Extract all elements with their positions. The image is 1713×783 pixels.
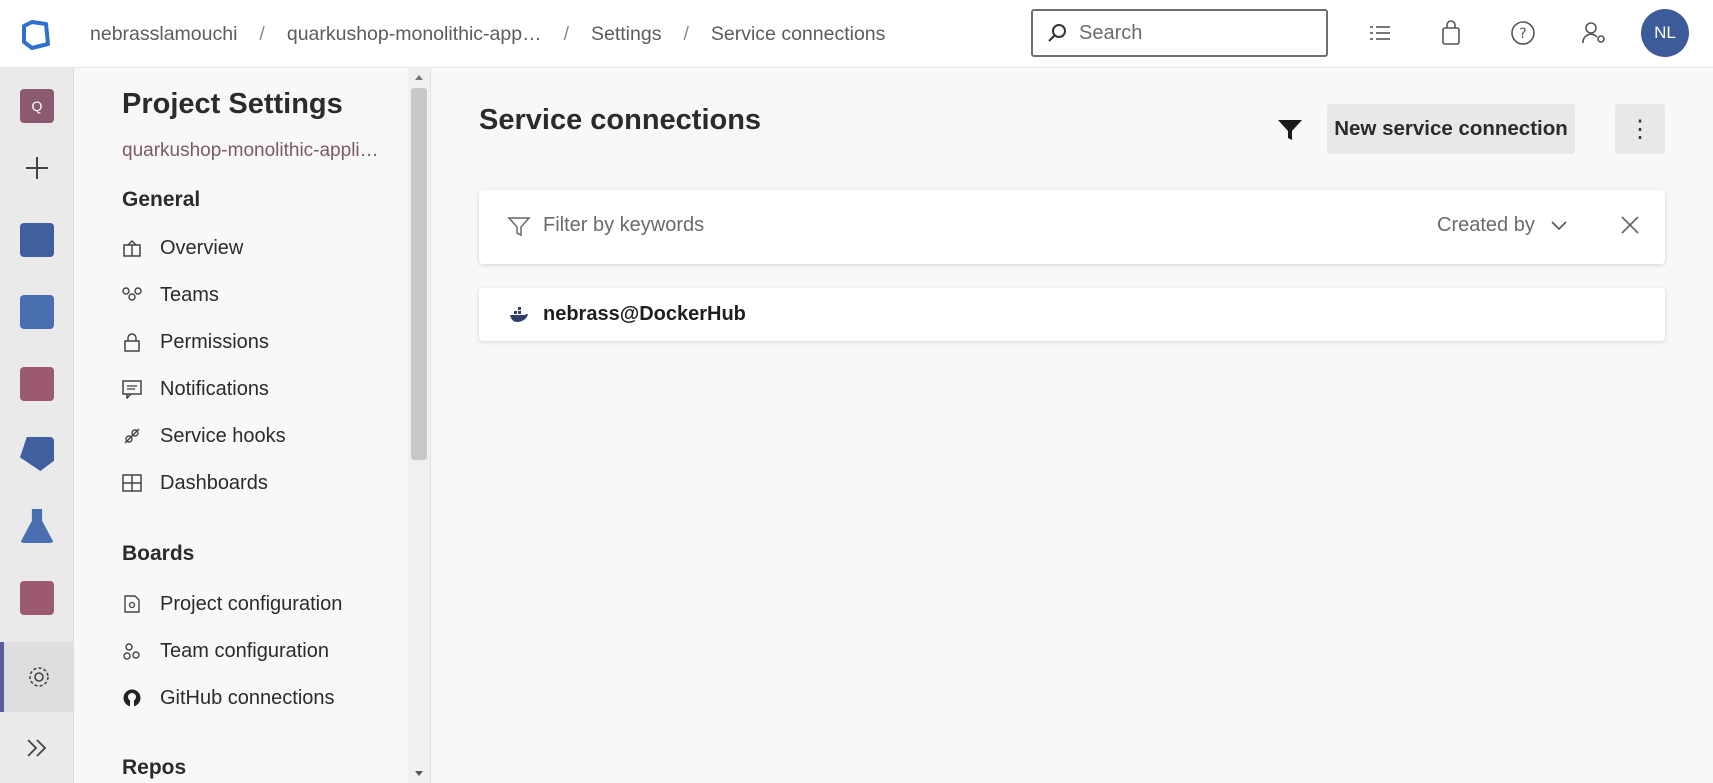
breadcrumb-current[interactable]: Service connections [711,23,886,46]
project-avatar-icon: Q [20,89,54,123]
gear-icon [29,667,49,687]
search-input[interactable]: Search [1031,9,1328,57]
task-list-icon[interactable] [1367,20,1393,46]
nav-label: Teams [160,283,219,306]
search-placeholder: Search [1079,21,1143,44]
nav-team-configuration[interactable]: Team configuration [118,631,329,671]
nav-service-hooks[interactable]: Service hooks [118,416,286,456]
section-repos: Repos [122,756,187,779]
rail-overview-icon[interactable] [0,212,74,268]
more-options-button[interactable]: ⋮ [1615,104,1665,154]
nav-notifications[interactable]: Notifications [118,369,269,409]
help-icon[interactable]: ? [1510,20,1536,46]
section-general: General [122,188,201,211]
nav-project-configuration[interactable]: Project configuration [118,584,342,624]
sidenav-scroll-thumb[interactable] [411,88,427,460]
rail-add-icon[interactable] [0,140,74,196]
nav-label: Project configuration [160,592,343,615]
overview-icon [118,236,146,260]
rail-testplans-icon[interactable] [0,498,74,554]
close-icon[interactable] [1619,214,1641,236]
dashboard-icon [118,471,146,495]
test-plans-icon [20,509,54,543]
filter-keyword-input[interactable]: Filter by keywords [543,214,704,237]
rail-artifacts-icon[interactable] [0,570,74,626]
boards-icon [20,295,54,329]
top-bar: nebrasslamouchi / quarkushop-monolithic-… [0,0,1713,68]
section-boards: Boards [122,542,195,565]
double-chevron-right-icon [27,739,47,757]
user-settings-icon[interactable] [1581,20,1607,46]
filter-icon [507,217,531,237]
team-settings-icon [118,639,146,663]
scroll-up-arrow-icon[interactable] [408,70,430,86]
plug-icon [118,424,146,448]
scroll-down-arrow-icon[interactable] [408,765,430,781]
project-name: quarkushop-monolithic-appli… [122,140,379,161]
rail-boards-icon[interactable] [0,284,74,340]
nav-label: Service hooks [160,424,286,447]
azure-devops-logo-icon[interactable] [18,16,54,52]
teams-icon [118,283,146,307]
nav-label: Permissions [160,330,269,353]
nav-label: Dashboards [160,471,268,494]
breadcrumb-separator: / [259,22,265,45]
nav-label: Notifications [160,377,269,400]
nav-dashboards[interactable]: Dashboards [118,463,268,503]
left-rail: Q [0,68,74,783]
breadcrumb-separator: / [563,22,569,45]
main-content: Service connections New service connecti… [432,68,1713,783]
svg-text:?: ? [1519,26,1526,42]
marketplace-bag-icon[interactable] [1438,20,1464,46]
plus-icon [26,157,48,179]
document-settings-icon [118,592,146,616]
nav-label: Team configuration [160,639,329,662]
nav-github-connections[interactable]: GitHub connections [118,678,335,718]
chevron-down-icon [1551,220,1567,230]
rail-project-icon[interactable]: Q [0,78,74,134]
breadcrumb-settings[interactable]: Settings [591,23,661,46]
sidenav-title: Project Settings [122,88,343,120]
created-by-label: Created by [1437,214,1535,236]
new-service-connection-button[interactable]: New service connection [1327,104,1575,154]
service-connection-row[interactable]: nebrass@DockerHub [479,288,1665,341]
docker-icon [510,306,528,322]
filter-toggle-icon[interactable] [1277,118,1303,142]
pipelines-icon [20,437,54,471]
breadcrumb-separator: / [683,22,689,45]
avatar[interactable]: NL [1641,9,1689,57]
filter-bar: Filter by keywords Created by [479,190,1665,264]
breadcrumb-project[interactable]: quarkushop-monolithic-app… [287,23,542,46]
rail-settings-icon[interactable] [0,642,74,712]
artifacts-icon [20,581,54,615]
overview-icon [20,223,54,257]
rail-expand-icon[interactable] [0,720,74,776]
nav-label: GitHub connections [160,686,335,709]
created-by-dropdown[interactable]: Created by [1437,214,1569,237]
github-icon [118,686,146,710]
rail-repos-icon[interactable] [0,356,74,412]
nav-overview[interactable]: Overview [118,228,243,268]
nav-label: Overview [160,236,244,259]
connection-name: nebrass@DockerHub [543,303,746,325]
breadcrumb: nebrasslamouchi / quarkushop-monolithic-… [90,0,885,68]
lock-icon [118,330,146,354]
nav-teams[interactable]: Teams [118,275,219,315]
settings-sidenav: Project Settings quarkushop-monolithic-a… [74,68,431,783]
nav-permissions[interactable]: Permissions [118,322,269,362]
repos-icon [20,367,54,401]
page-title: Service connections [479,104,762,136]
chat-icon [118,377,146,401]
search-icon [1048,24,1066,42]
rail-pipelines-icon[interactable] [0,426,74,482]
breadcrumb-org[interactable]: nebrasslamouchi [90,23,237,46]
